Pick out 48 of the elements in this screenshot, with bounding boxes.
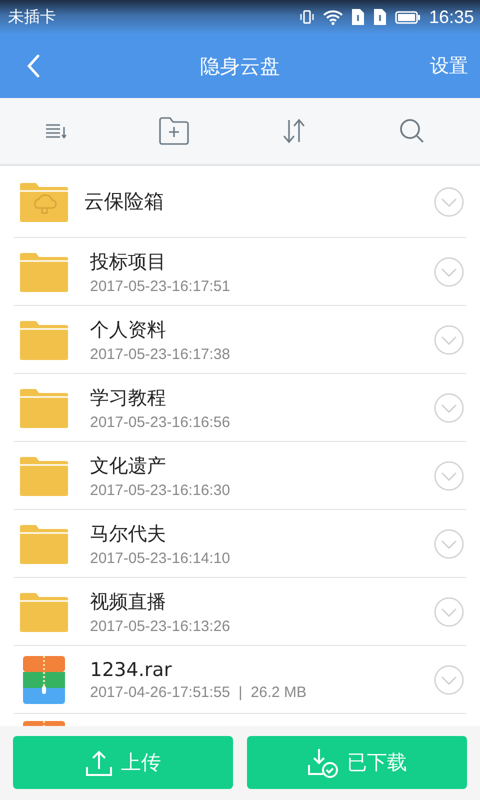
page-title: 隐身云盘 [199, 52, 281, 80]
settings-button[interactable]: 设置 [418, 53, 480, 79]
file-name: 云保险箱 [84, 188, 165, 215]
expand-icon[interactable] [434, 596, 464, 626]
expand-icon[interactable] [434, 392, 464, 422]
list-sort-icon[interactable] [45, 123, 68, 139]
vibrate-icon [298, 10, 315, 24]
download-done-icon [307, 748, 339, 778]
folder-icon [20, 388, 68, 428]
expand-icon[interactable] [434, 528, 464, 558]
search-icon[interactable] [398, 118, 425, 144]
file-name: 马尔代夫 [90, 522, 167, 546]
back-icon[interactable] [26, 54, 40, 78]
archive-icon [23, 656, 65, 704]
file-meta: 2017-05-23-16:13:26 [90, 618, 232, 634]
sim-icon [372, 8, 387, 26]
clock-text: 16:35 [428, 6, 474, 28]
sim-icon [350, 8, 365, 26]
file-name: 视频直播 [90, 590, 167, 614]
file-meta: 2017-04-26-17:51:55 | 26.2 MB [90, 684, 308, 700]
file-name: 个人资料 [90, 318, 167, 342]
expand-icon[interactable] [434, 460, 464, 490]
folder-icon [20, 182, 68, 222]
folder-icon [20, 252, 68, 292]
file-name: 1234.rar [90, 658, 173, 680]
expand-icon[interactable] [434, 186, 464, 216]
file-name: 文化遗产 [90, 454, 167, 478]
new-folder-icon[interactable] [158, 117, 190, 145]
folder-icon [20, 456, 68, 496]
file-name: 学习教程 [90, 386, 167, 410]
battery-icon [394, 10, 421, 24]
upload-button[interactable]: 上传 [13, 736, 233, 789]
carrier-text: 未插卡 [8, 6, 56, 28]
folder-icon [20, 524, 68, 564]
upload-icon [85, 748, 113, 776]
folder-icon [20, 320, 68, 360]
file-meta: 2017-05-23-16:17:51 [90, 278, 232, 294]
file-meta: 2017-05-23-16:14:10 [90, 550, 232, 566]
folder-icon [20, 592, 68, 632]
expand-icon[interactable] [434, 664, 464, 694]
file-meta: 2017-05-23-16:16:30 [90, 482, 232, 498]
expand-icon[interactable] [434, 256, 464, 286]
file-meta: 2017-05-23-16:16:56 [90, 414, 232, 430]
file-meta: 2017-05-23-16:17:38 [90, 346, 232, 362]
file-name: 投标项目 [90, 250, 167, 274]
wifi-icon [322, 10, 343, 24]
expand-icon[interactable] [434, 324, 464, 354]
downloaded-button[interactable]: 已下载 [247, 736, 467, 789]
